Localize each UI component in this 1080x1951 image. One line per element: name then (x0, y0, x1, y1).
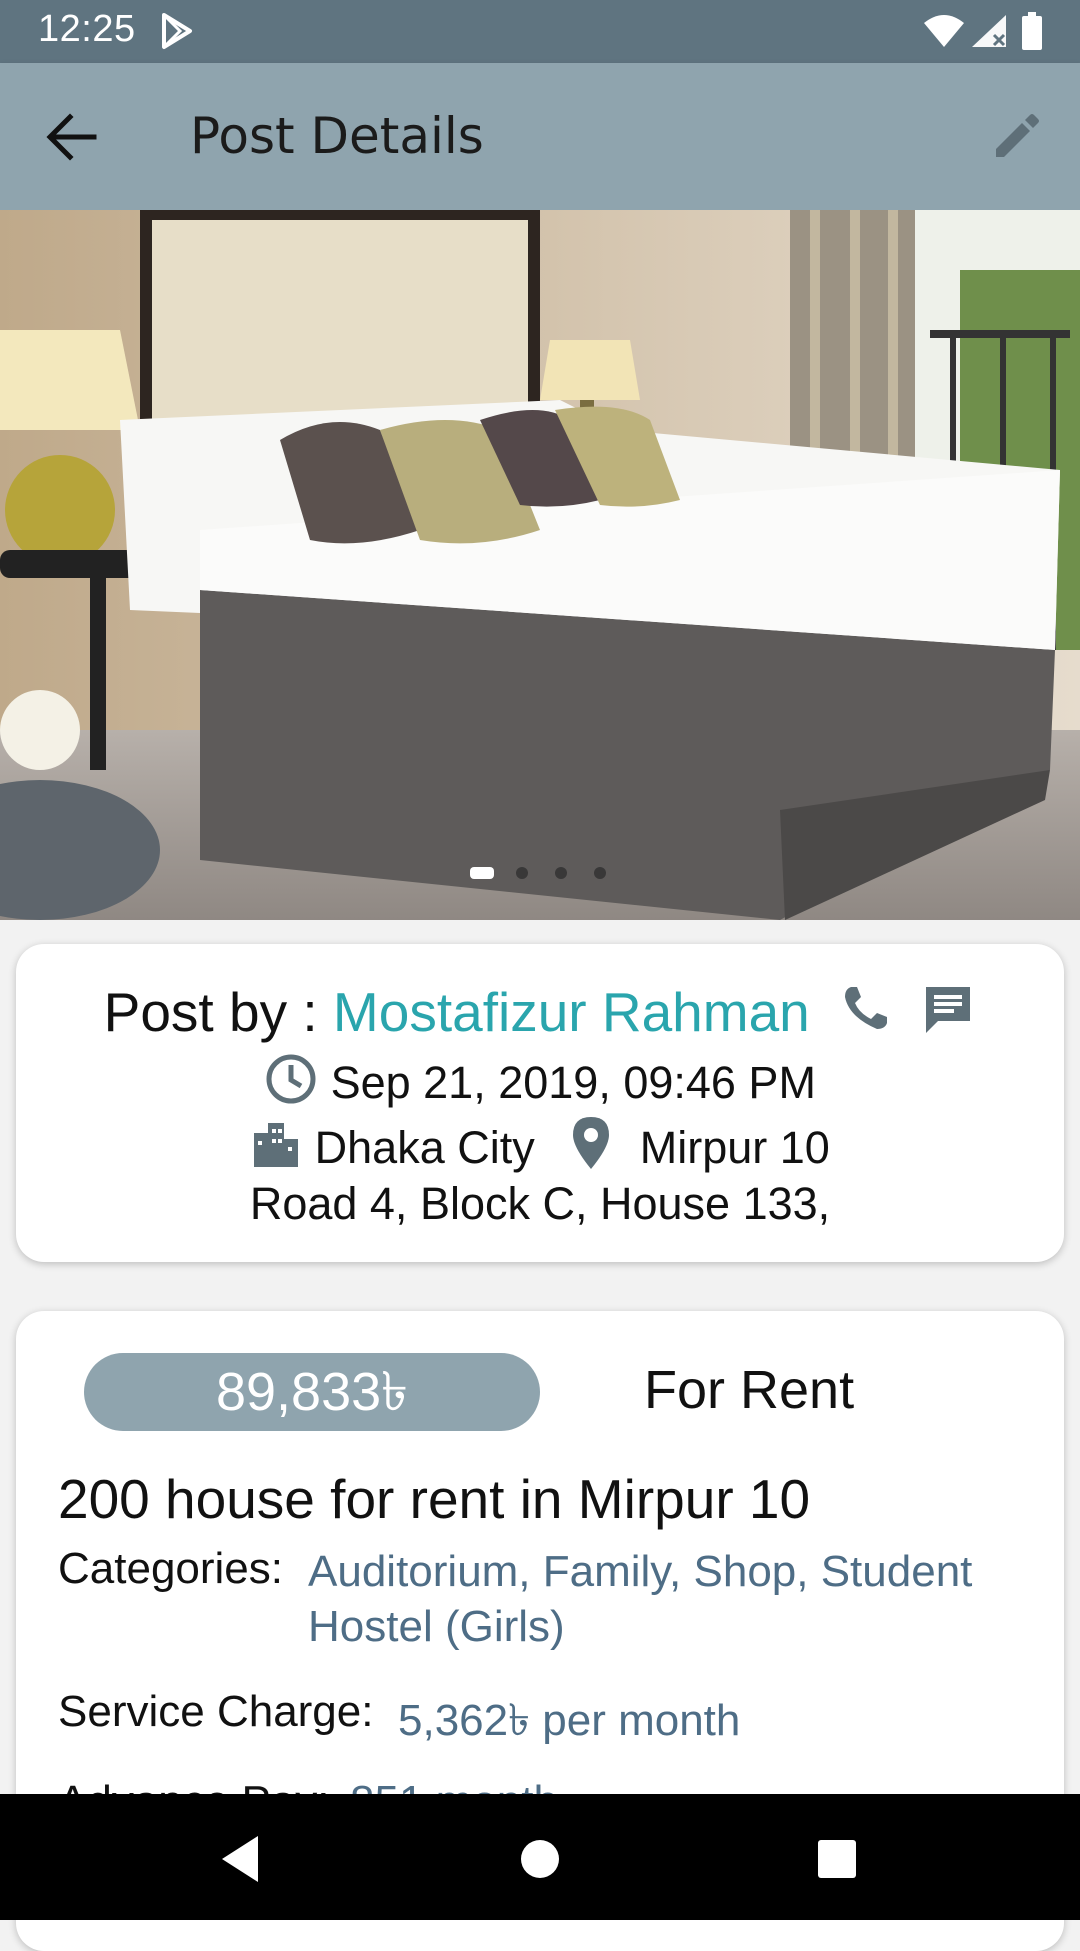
post-date-row: Sep 21, 2019, 09:46 PM (16, 1052, 1064, 1109)
location-pin-icon (573, 1117, 610, 1169)
wifi-icon (924, 15, 964, 47)
app-bar: Post Details (0, 63, 1080, 210)
poster-card: Post by : Mostafizur Rahman Sep 21, 2019… (16, 944, 1064, 1262)
photo-gallery[interactable] (0, 210, 1080, 920)
address: Road 4, Block C, House 133, (249, 1178, 831, 1229)
bedroom-photo (0, 210, 1080, 920)
categories-value: Auditorium, Family, Shop, Student Hostel… (308, 1547, 973, 1651)
phone-icon[interactable] (837, 981, 893, 1037)
nav-back-icon[interactable] (214, 1832, 268, 1886)
post-by-row: Post by : Mostafizur Rahman (16, 980, 1064, 1044)
clock-icon (266, 1054, 316, 1104)
post-by-label: Post by : (103, 981, 333, 1043)
listing-type: For Rent (644, 1360, 855, 1420)
gallery-dot[interactable] (470, 867, 494, 879)
service-charge-label: Service Charge: (58, 1687, 374, 1736)
arrow-back-icon[interactable] (44, 111, 100, 163)
area-name: Mirpur 10 (639, 1122, 830, 1173)
city-name: Dhaka City (314, 1122, 535, 1173)
listing-headline: 200 house for rent in Mirpur 10 (58, 1468, 811, 1530)
nav-home-icon[interactable] (513, 1832, 567, 1886)
service-charge-value: 5,362৳ per month (398, 1696, 741, 1745)
pencil-icon[interactable] (988, 109, 1044, 165)
status-bar: 12:25 (0, 0, 1080, 63)
system-nav-bar (0, 1794, 1080, 1920)
price-badge: 89,833৳ (84, 1353, 540, 1431)
categories-label: Categories: (58, 1544, 284, 1593)
play-store-icon (162, 13, 192, 49)
nav-recents-icon[interactable] (810, 1832, 864, 1886)
city-building-icon (254, 1123, 299, 1167)
message-icon[interactable] (920, 981, 976, 1037)
signal-icon (972, 15, 1006, 47)
gallery-dot[interactable] (555, 867, 567, 879)
battery-icon (1022, 12, 1042, 50)
status-time: 12:25 (38, 8, 136, 50)
poster-name[interactable]: Mostafizur Rahman (333, 981, 810, 1043)
gallery-dot[interactable] (594, 867, 606, 879)
post-date: Sep 21, 2019, 09:46 PM (330, 1057, 816, 1108)
gallery-dot[interactable] (516, 867, 528, 879)
location-row: Dhaka City Mirpur 10 (16, 1115, 1064, 1174)
page-title: Post Details (190, 107, 484, 165)
